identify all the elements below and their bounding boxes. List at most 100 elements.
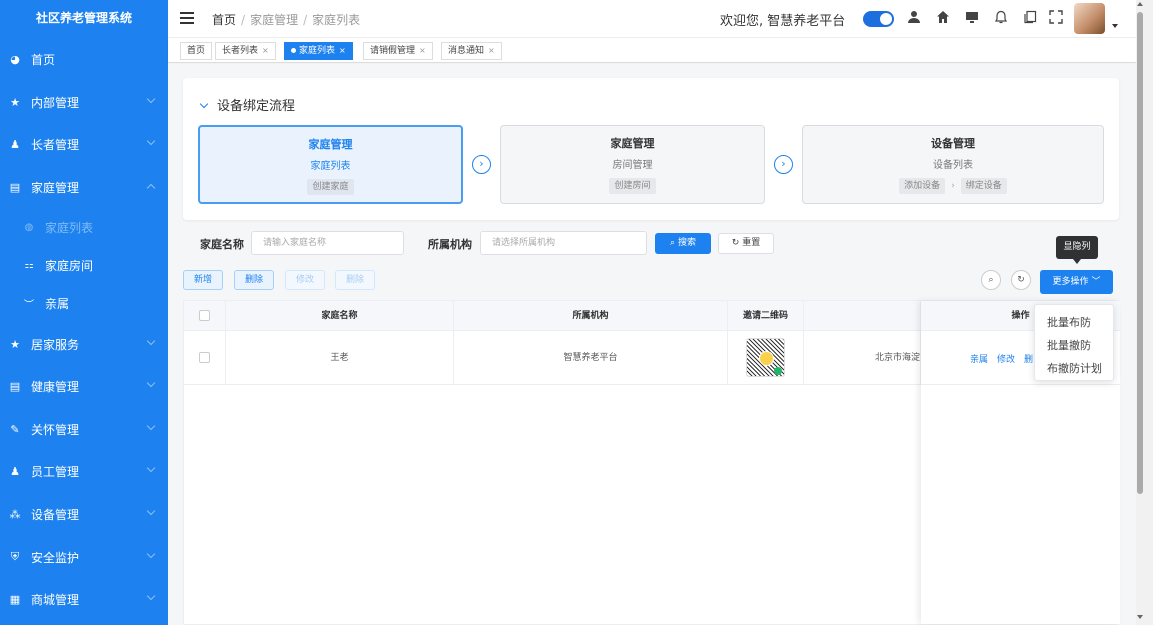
sidebar-item-label: 设备管理 xyxy=(31,507,80,522)
edit-button[interactable]: 修改 xyxy=(285,270,326,290)
scroll-up-icon[interactable] xyxy=(1137,2,1143,6)
sidebar-item-mall[interactable]: ▦ 商城管理 xyxy=(0,579,168,619)
delete-link[interactable]: 删 xyxy=(1024,352,1033,365)
sidebar-item-care[interactable]: ✎ 关怀管理 xyxy=(0,409,168,449)
relatives-link[interactable]: 亲属 xyxy=(970,352,988,365)
create-family-button[interactable]: 创建家庭 xyxy=(307,179,354,195)
top-header: 首页 / 家庭管理 / 家庭列表 欢迎您, 智慧养老平台 xyxy=(168,0,1136,38)
add-button[interactable]: 新增 xyxy=(183,270,224,290)
document-icon: ▤ xyxy=(9,180,21,194)
person-icon[interactable] xyxy=(906,10,922,26)
close-icon[interactable]: × xyxy=(488,46,495,55)
scroll-down-icon[interactable] xyxy=(1137,615,1143,619)
sidebar-subitem-family-room[interactable]: ⚏ 家庭房间 xyxy=(0,246,168,284)
select-all-checkbox[interactable] xyxy=(199,310,210,321)
breadcrumb-home[interactable]: 首页 xyxy=(212,13,236,27)
user-icon: ♟ xyxy=(10,464,20,478)
sidebar-item-home[interactable]: ◕ 首页 xyxy=(0,39,168,79)
th-address xyxy=(804,301,921,331)
sidebar-item-home-service[interactable]: ★ 居家服务 xyxy=(0,324,168,364)
sidebar-subitem-label: 家庭列表 xyxy=(45,220,94,235)
fullscreen-icon[interactable] xyxy=(1048,10,1064,26)
step-title: 设备管理 xyxy=(931,137,975,150)
edit-link[interactable]: 修改 xyxy=(997,352,1015,365)
sidebar-item-label: 安全监护 xyxy=(31,550,80,565)
people-icon: ︶ xyxy=(24,299,34,311)
reset-button[interactable]: ↻ 重置 xyxy=(718,233,774,254)
flow-title[interactable]: 设备绑定流程 xyxy=(199,95,295,114)
more-actions-dropdown: 批量布防 批量撤防 布撤防计划 xyxy=(1034,304,1114,381)
chevron-down-icon xyxy=(146,463,156,473)
breadcrumb-family[interactable]: 家庭管理 xyxy=(250,13,298,27)
tab-family-list[interactable]: 家庭列表 × xyxy=(284,42,353,60)
sidebar-item-staff[interactable]: ♟ 员工管理 xyxy=(0,451,168,491)
menu-toggle-icon[interactable] xyxy=(180,12,194,24)
org-label: 所属机构 xyxy=(428,238,472,251)
tab-elder-list[interactable]: 长者列表 × xyxy=(215,42,276,60)
step-title: 家庭管理 xyxy=(308,138,353,151)
tab-messages[interactable]: 消息通知 × xyxy=(441,42,502,60)
flow-step-room[interactable]: 家庭管理 房间管理 创建房间 xyxy=(500,125,765,204)
tab-home[interactable]: 首页 xyxy=(180,42,213,60)
sidebar-subitem-family-list[interactable]: ◍ 家庭列表 xyxy=(0,208,168,246)
close-icon[interactable]: × xyxy=(262,46,269,55)
sidebar-item-elders[interactable]: ♟ 长者管理 xyxy=(0,124,168,164)
sidebar-subitem-relatives[interactable]: ︶ 亲属 xyxy=(0,284,168,322)
sidebar-item-label: 内部管理 xyxy=(31,95,80,110)
flow-step-device[interactable]: 设备管理 设备列表 添加设备 › 绑定设备 xyxy=(802,125,1104,204)
bell-icon[interactable] xyxy=(993,10,1009,26)
org-select[interactable]: 请选择所属机构 xyxy=(480,231,647,255)
grid-icon: ▦ xyxy=(9,592,21,606)
search-icon: ⌕ xyxy=(670,238,676,248)
home-icon[interactable] xyxy=(935,10,951,26)
caret-down-icon[interactable] xyxy=(1112,24,1118,28)
close-icon[interactable]: × xyxy=(419,46,426,55)
sidebar-item-security[interactable]: ⛨ 安全监护 xyxy=(0,537,168,577)
monitor-icon[interactable] xyxy=(964,10,980,26)
search-button[interactable]: ⌕ 搜索 xyxy=(655,233,711,254)
chevron-down-icon xyxy=(146,506,156,516)
sidebar-item-health[interactable]: ▤ 健康管理 xyxy=(0,366,168,406)
flow-step-family[interactable]: 家庭管理 家庭列表 创建家庭 xyxy=(198,125,463,204)
refresh-button[interactable]: ↻ xyxy=(1011,270,1031,290)
chevron-right-icon: › xyxy=(774,155,793,174)
create-room-button[interactable]: 创建房间 xyxy=(609,178,656,194)
close-icon[interactable]: × xyxy=(339,46,346,55)
scroll-thumb[interactable] xyxy=(1137,12,1143,494)
sidebar-item-devices[interactable]: ⁂ 设备管理 xyxy=(0,494,168,534)
sidebar-item-internal[interactable]: ★ 内部管理 xyxy=(0,82,168,122)
batch-disarm-item[interactable]: 批量撤防 xyxy=(1035,334,1113,357)
more-actions-label: 更多操作 xyxy=(1052,277,1089,287)
delete-button[interactable]: 删除 xyxy=(234,270,275,290)
step-subtitle: 设备列表 xyxy=(933,160,973,171)
sidebar-subitem-label: 家庭房间 xyxy=(45,258,94,273)
sidebar-item-label: 首页 xyxy=(31,52,56,67)
family-name-input[interactable]: 请输入家庭名称 xyxy=(251,231,404,255)
search-toggle-button[interactable]: ⌕ xyxy=(981,270,1001,290)
add-device-button[interactable]: 添加设备 xyxy=(899,178,946,194)
document-icon: ▤ xyxy=(9,379,21,393)
search-icon: ⌕ xyxy=(988,275,994,285)
tab-label: 请销假管理 xyxy=(370,46,416,56)
bind-device-button[interactable]: 绑定设备 xyxy=(960,178,1007,194)
copy-icon[interactable] xyxy=(1022,10,1038,26)
theme-toggle[interactable] xyxy=(863,11,894,27)
row-checkbox[interactable] xyxy=(199,352,210,363)
arm-schedule-item[interactable]: 布撤防计划 xyxy=(1035,357,1113,380)
tab-leave[interactable]: 请销假管理 × xyxy=(363,42,433,60)
family-table: 家庭名称 所属机构 邀请二维码 王老 智慧养老平台 北京市海淀 操作 亲属 修改… xyxy=(183,300,1120,625)
remove-button[interactable]: 删除 xyxy=(335,270,376,290)
more-actions-button[interactable]: 更多操作 ﹀ xyxy=(1040,270,1113,294)
sidebar-item-label: 长者管理 xyxy=(31,137,80,152)
avatar[interactable] xyxy=(1074,3,1105,34)
step-subtitle: 家庭列表 xyxy=(310,161,351,172)
globe-icon: ◍ xyxy=(24,221,34,233)
sidebar-item-family[interactable]: ▤ 家庭管理 xyxy=(0,167,168,207)
batch-arm-item[interactable]: 批量布防 xyxy=(1035,311,1113,334)
sidebar-item-label: 商城管理 xyxy=(31,592,80,607)
tab-label: 长者列表 xyxy=(222,46,259,56)
chevron-down-icon xyxy=(146,549,156,559)
page-scrollbar[interactable] xyxy=(1136,0,1153,625)
star-icon: ★ xyxy=(10,95,20,109)
flow-card: 设备绑定流程 家庭管理 家庭列表 创建家庭 › 家庭管理 房间管理 创建房间 ›… xyxy=(183,78,1119,220)
